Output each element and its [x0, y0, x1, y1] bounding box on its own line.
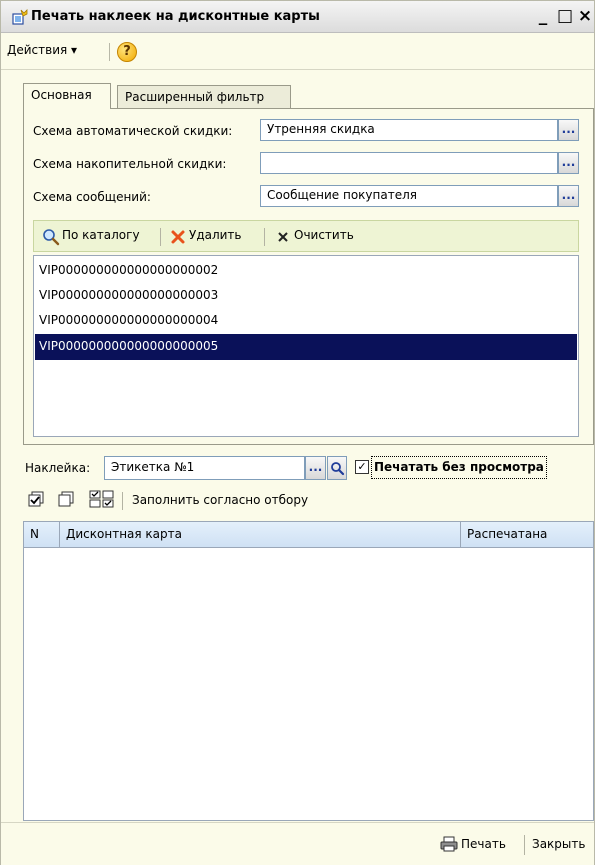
check-all-icon[interactable]	[27, 490, 45, 508]
column-header-printed[interactable]: Распечатана	[461, 522, 593, 548]
menu-separator	[109, 43, 110, 61]
app-sticker-icon	[12, 9, 28, 25]
discount-codes-list[interactable]: VIP000000000000000000002 VIP000000000000…	[33, 255, 579, 437]
list-item[interactable]: VIP000000000000000000002	[35, 258, 577, 284]
auto-discount-label: Схема автоматической скидки:	[33, 124, 233, 138]
column-header-number[interactable]: N	[24, 522, 60, 548]
messages-scheme-input[interactable]: Сообщение покупателя	[260, 185, 558, 207]
clear-button[interactable]: Очистить	[294, 228, 354, 242]
delete-icon	[171, 230, 185, 244]
delete-button[interactable]: Удалить	[189, 228, 242, 242]
discount-cards-table[interactable]: N Дисконтная карта Распечатана	[23, 521, 594, 821]
sticker-open-button[interactable]	[327, 456, 347, 480]
print-without-preview-label[interactable]: Печатать без просмотра	[371, 456, 547, 479]
codes-toolbar: По каталогу Удалить Очистить	[33, 220, 579, 252]
sticker-input[interactable]: Этикетка №1	[104, 456, 305, 480]
uncheck-all-icon[interactable]	[57, 490, 75, 508]
messages-scheme-label: Схема сообщений:	[33, 190, 151, 204]
main-window: Печать наклеек на дисконтные карты _ □ ×…	[0, 0, 595, 865]
catalog-button[interactable]: По каталогу	[62, 228, 140, 242]
maximize-button[interactable]: □	[554, 5, 576, 27]
close-button[interactable]: Закрыть	[532, 837, 585, 851]
cumulative-discount-input[interactable]	[260, 152, 558, 174]
tab-extended-filter[interactable]: Расширенный фильтр	[117, 85, 291, 109]
table-header: N Дисконтная карта Распечатана	[24, 522, 593, 548]
printer-icon	[440, 836, 458, 852]
tab-main[interactable]: Основная	[23, 83, 111, 109]
toolbar-separator	[122, 492, 123, 510]
bottom-bar: Печать Закрыть	[1, 822, 594, 865]
window-title: Печать наклеек на дисконтные карты	[31, 9, 320, 24]
invert-selection-icon[interactable]	[89, 490, 115, 508]
title-bar[interactable]: Печать наклеек на дисконтные карты _ □ ×	[1, 1, 594, 33]
list-item[interactable]: VIP000000000000000000003	[35, 283, 577, 309]
cumulative-discount-select-button[interactable]: ...	[558, 152, 579, 174]
clear-icon	[278, 232, 288, 242]
fill-by-filter-button[interactable]: Заполнить согласно отбору	[132, 493, 308, 507]
list-item[interactable]: VIP000000000000000000004	[35, 308, 577, 334]
actions-menu-button[interactable]: Действия ▾	[7, 43, 77, 57]
search-icon	[43, 229, 60, 246]
auto-discount-select-button[interactable]: ...	[558, 119, 579, 141]
print-without-preview-checkbox[interactable]: ✓	[355, 460, 369, 474]
toolbar-separator	[264, 228, 265, 246]
list-item-selected[interactable]: VIP000000000000000000005	[35, 334, 577, 360]
toolbar-separator	[160, 228, 161, 246]
messages-scheme-select-button[interactable]: ...	[558, 185, 579, 207]
bottom-separator	[524, 835, 525, 855]
help-icon[interactable]: ?	[117, 42, 137, 62]
sticker-label: Наклейка:	[25, 461, 91, 475]
print-button[interactable]: Печать	[461, 837, 506, 851]
magnifier-icon	[331, 462, 345, 476]
column-header-card[interactable]: Дисконтная карта	[60, 522, 461, 548]
menu-bar: Действия ▾ ?	[1, 34, 594, 70]
minimize-button[interactable]: _	[532, 5, 554, 27]
cumulative-discount-label: Схема накопительной скидки:	[33, 157, 227, 171]
sticker-select-button[interactable]: ...	[305, 456, 326, 480]
close-window-button[interactable]: ×	[576, 5, 594, 27]
auto-discount-input[interactable]: Утренняя скидка	[260, 119, 558, 141]
